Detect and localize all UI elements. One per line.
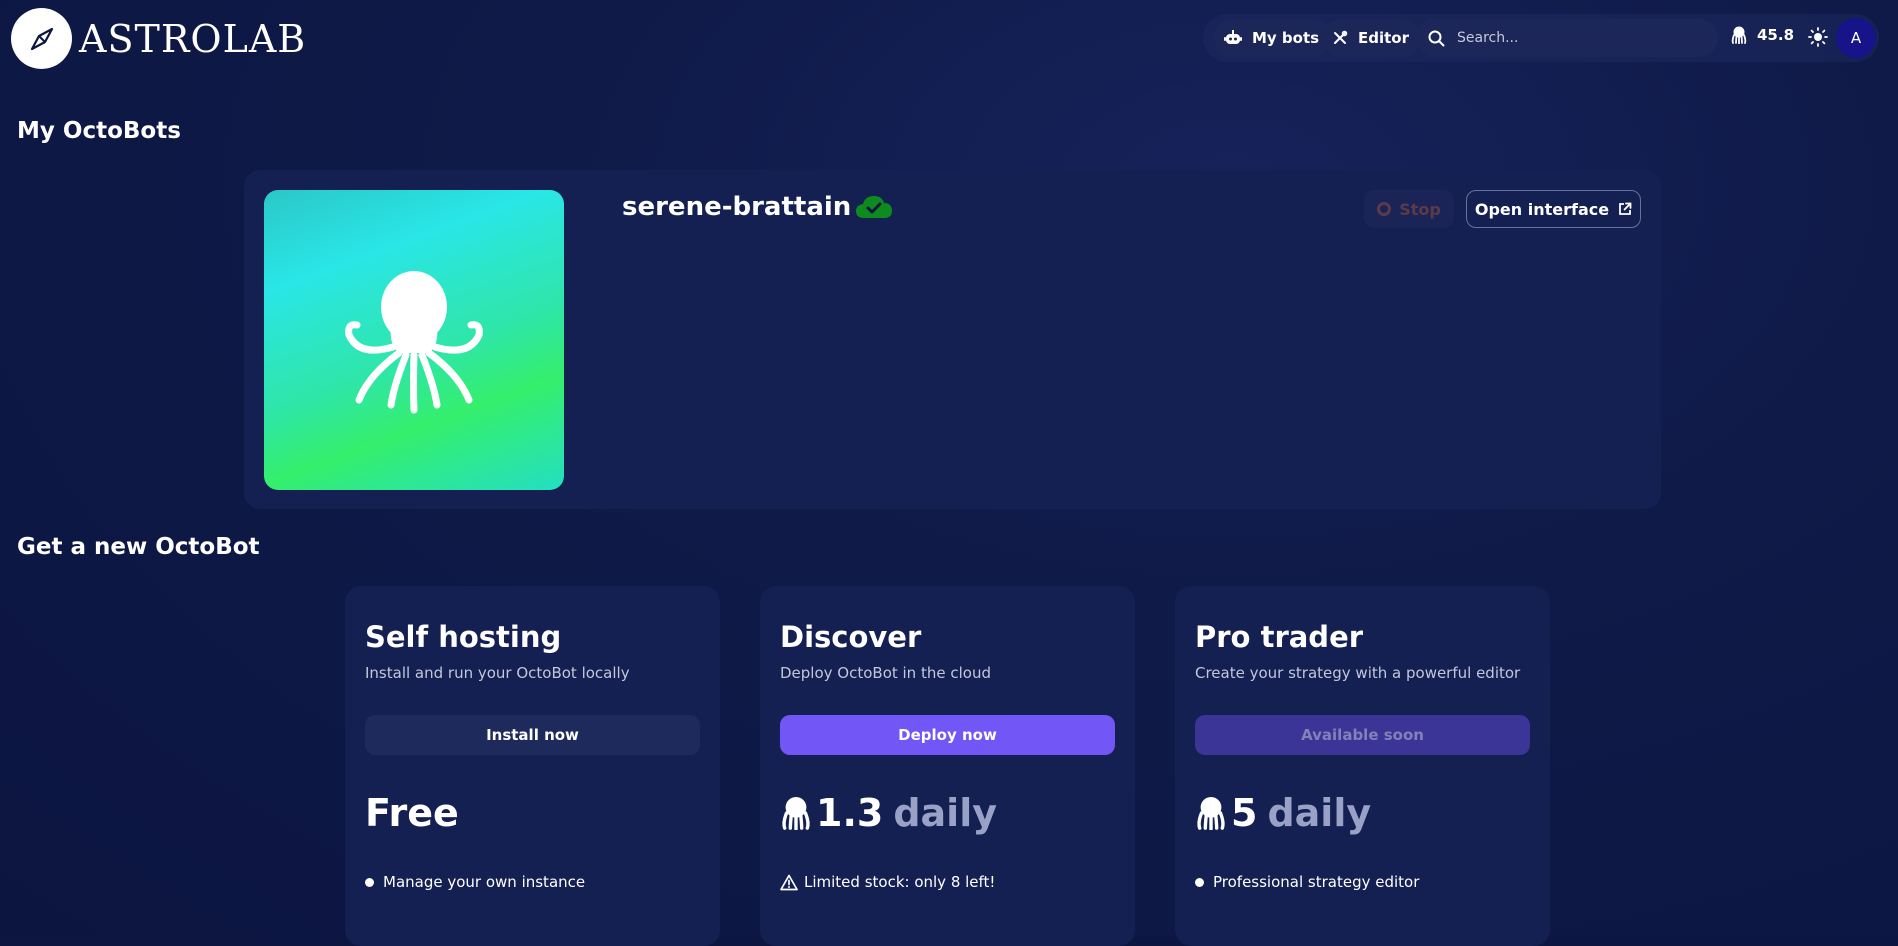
plan-subtitle: Deploy OctoBot in the cloud [780, 664, 991, 682]
plan-card-self-hosting: Self hosting Install and run your OctoBo… [345, 586, 720, 946]
bot-name[interactable]: serene-brattain [622, 192, 851, 222]
plan-price: 1.3 daily [780, 791, 997, 835]
open-interface-button[interactable]: Open interface [1466, 190, 1641, 228]
plan-subtitle: Install and run your OctoBot locally [365, 664, 630, 682]
plan-title: Discover [780, 620, 922, 654]
top-header: ASTROLAB My bots Editor Search... 45.8 A [0, 0, 1898, 78]
octopus-icon [1197, 796, 1225, 830]
bot-avatar-image [264, 190, 564, 490]
logo-text: ASTROLAB [79, 16, 307, 61]
plan-card-pro-trader: Pro trader Create your strategy with a p… [1175, 586, 1550, 946]
my-bots-button[interactable]: My bots [1214, 19, 1332, 57]
my-bots-label: My bots [1252, 29, 1320, 47]
my-octobots-title: My OctoBots [17, 118, 181, 144]
editor-button[interactable]: Editor [1322, 19, 1421, 57]
credits-balance[interactable]: 45.8 [1731, 26, 1794, 44]
sun-icon[interactable] [1808, 27, 1828, 51]
feature-text: Manage your own instance [383, 873, 586, 891]
plan-feature: Professional strategy editor [1195, 873, 1419, 891]
plan-card-discover: Discover Deploy OctoBot in the cloud Dep… [760, 586, 1135, 946]
plan-price: Free [365, 791, 459, 835]
price-unit: daily [1267, 791, 1372, 835]
plan-title: Pro trader [1195, 620, 1364, 654]
editor-label: Editor [1358, 29, 1409, 47]
search-box[interactable] [1416, 19, 1718, 57]
external-link-icon [1619, 202, 1632, 215]
price-value: 5 [1231, 791, 1258, 835]
price-value: 1.3 [816, 791, 884, 835]
plan-subtitle: Create your strategy with a powerful edi… [1195, 664, 1521, 682]
tools-icon [1334, 30, 1348, 44]
stop-label: Stop [1399, 199, 1441, 219]
plan-feature: Limited stock: only 8 left! [780, 873, 995, 891]
install-now-button[interactable]: Install now [365, 715, 700, 755]
octopus-icon [782, 796, 810, 830]
bot-card: serene-brattain Stop Open interface [244, 170, 1661, 509]
robot-icon [1224, 30, 1242, 44]
search-icon [1428, 30, 1445, 46]
feature-text: Limited stock: only 8 left! [804, 873, 996, 891]
price-value: Free [365, 791, 459, 835]
search-input[interactable] [1457, 30, 1697, 46]
warning-icon [780, 874, 798, 890]
plan-title: Self hosting [365, 620, 562, 654]
open-interface-label: Open interface [1474, 199, 1610, 219]
astrolab-logo[interactable]: ASTROLAB [11, 8, 306, 69]
nav-bar: My bots Editor 45.8 [1203, 14, 1879, 62]
bullet-icon [365, 877, 374, 887]
price-unit: daily [893, 791, 997, 835]
octopus-icon [1731, 26, 1747, 44]
octopus-icon [345, 271, 483, 414]
user-avatar[interactable]: A [1836, 18, 1876, 58]
credits-value: 45.8 [1757, 26, 1795, 44]
plan-feature: Manage your own instance [365, 873, 585, 891]
available-soon-button[interactable]: Available soon [1195, 715, 1530, 755]
stop-button[interactable]: Stop [1364, 190, 1454, 228]
compass-icon [11, 8, 72, 69]
stop-icon [1377, 202, 1392, 216]
feature-text: Professional strategy editor [1213, 873, 1420, 891]
get-new-octobot-title: Get a new OctoBot [17, 534, 260, 560]
deploy-now-button[interactable]: Deploy now [780, 715, 1115, 755]
cloud-check-icon [854, 192, 894, 224]
bullet-icon [1195, 877, 1204, 887]
plan-price: 5 daily [1195, 791, 1371, 835]
